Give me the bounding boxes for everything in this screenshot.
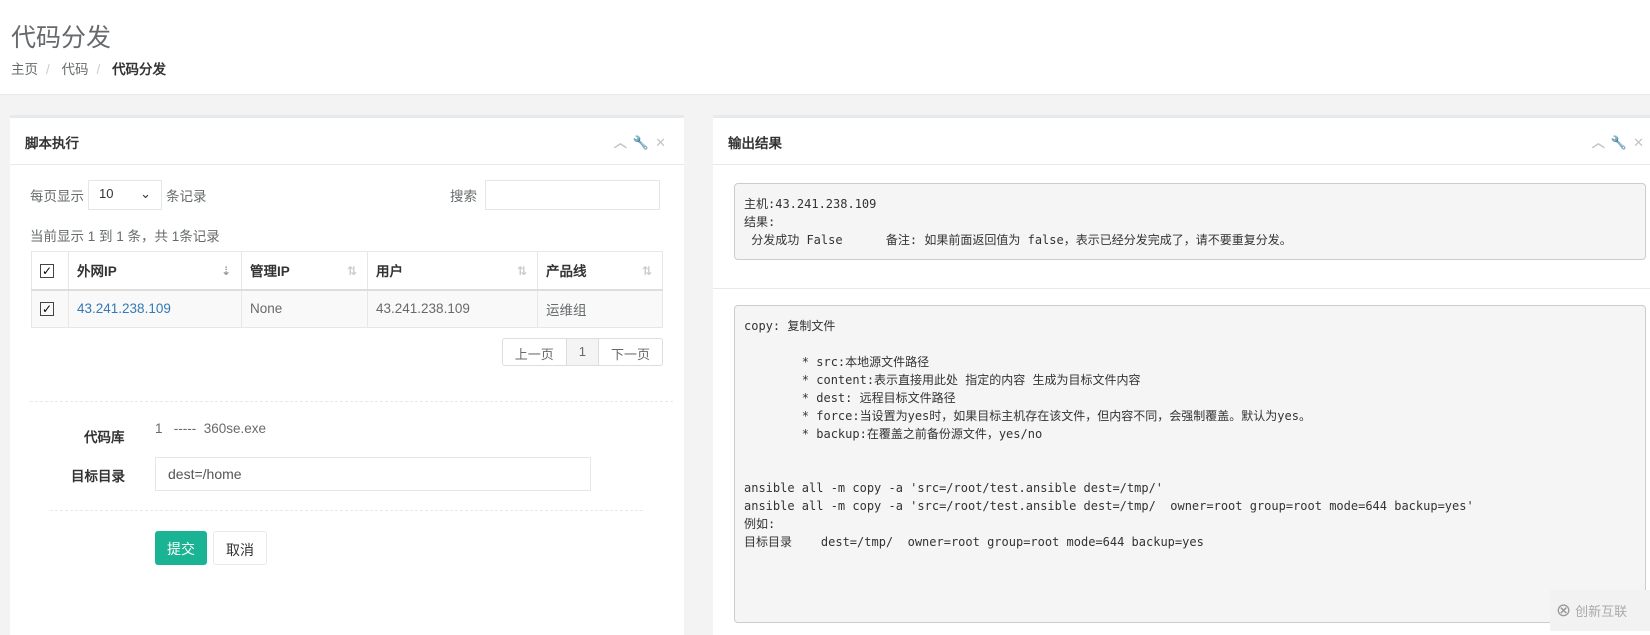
per-page-label: 每页显示 bbox=[30, 189, 84, 204]
pagination: 上一页 1 下一页 bbox=[501, 338, 663, 366]
script-panel: 脚本执行 ︿🔧✕ 每页显示 10 ⌄ 条记录 搜索 当前显示 1 到 1 条，共 … bbox=[10, 115, 684, 635]
repo-value: 1 ----- 360se.exe bbox=[155, 421, 267, 436]
wrench-icon[interactable]: 🔧 bbox=[1611, 135, 1633, 150]
collapse-icon[interactable]: ︿ bbox=[614, 135, 633, 150]
search-input[interactable] bbox=[485, 180, 660, 210]
col-user[interactable]: 用户 ⇅ bbox=[367, 251, 538, 291]
breadcrumb-home[interactable]: 主页 bbox=[11, 62, 38, 77]
breadcrumb-code[interactable]: 代码 bbox=[62, 62, 89, 77]
row-user: 43.241.238.109 bbox=[367, 289, 538, 328]
result-output: 主机:43.241.238.109 结果: 分发成功 False 备注: 如果前… bbox=[734, 183, 1646, 260]
output-panel: 输出结果 ︿🔧✕ 主机:43.241.238.109 结果: 分发成功 Fals… bbox=[713, 115, 1650, 635]
collapse-icon[interactable]: ︿ bbox=[1592, 135, 1611, 150]
close-icon[interactable]: ✕ bbox=[655, 135, 672, 150]
panel-title: 输出结果 bbox=[728, 136, 782, 151]
row-line: 运维组 bbox=[537, 289, 663, 328]
hosts-table: ✓ 外网IP ⇣ 管理IP ⇅ 用户 ⇅ 产品线 ⇅ ✓ 43.241.238.109 … bbox=[31, 251, 663, 328]
panel-title: 脚本执行 bbox=[25, 136, 79, 151]
page-1-button[interactable]: 1 bbox=[565, 339, 598, 365]
sort-desc-icon: ⇣ bbox=[220, 264, 231, 278]
row-mgmt: None bbox=[241, 289, 368, 328]
search-label: 搜索 bbox=[450, 189, 477, 204]
prev-page-button[interactable]: 上一页 bbox=[503, 339, 566, 365]
dest-input[interactable] bbox=[155, 457, 591, 491]
table-info: 当前显示 1 到 1 条，共 1条记录 bbox=[30, 229, 220, 244]
wrench-icon[interactable]: 🔧 bbox=[633, 135, 655, 150]
repo-label: 代码库 bbox=[84, 430, 125, 445]
help-output: copy: 复制文件 * src:本地源文件路径 * content:表示直接用… bbox=[734, 305, 1646, 623]
select-all-checkbox[interactable]: ✓ bbox=[40, 263, 54, 278]
watermark-logo: ⊗ 创新互联 bbox=[1550, 590, 1650, 631]
breadcrumb: 主页 / 代码 / 代码分发 bbox=[11, 62, 167, 77]
sort-icon: ⇅ bbox=[346, 264, 357, 278]
row-checkbox[interactable]: ✓ bbox=[40, 302, 54, 317]
next-page-button[interactable]: 下一页 bbox=[597, 339, 662, 365]
col-product-line[interactable]: 产品线 ⇅ bbox=[537, 251, 663, 291]
cancel-button[interactable]: 取消 bbox=[213, 531, 267, 565]
records-label: 条记录 bbox=[166, 189, 207, 204]
row-ip-link[interactable]: 43.241.238.109 bbox=[68, 289, 242, 328]
submit-button[interactable]: 提交 bbox=[155, 531, 207, 565]
logo-icon: ⊗ bbox=[1556, 600, 1572, 620]
chevron-down-icon: ⌄ bbox=[140, 186, 151, 201]
page-title: 代码分发 bbox=[11, 24, 112, 52]
table-row: ✓ 43.241.238.109 None 43.241.238.109 运维组 bbox=[31, 289, 663, 328]
per-page-select[interactable]: 10 ⌄ bbox=[88, 180, 162, 210]
dest-label: 目标目录 bbox=[71, 469, 125, 484]
close-icon[interactable]: ✕ bbox=[1633, 135, 1650, 150]
breadcrumb-current: 代码分发 bbox=[112, 62, 167, 77]
page-header: 代码分发 主页 / 代码 / 代码分发 bbox=[0, 0, 1650, 95]
sort-icon: ⇅ bbox=[516, 264, 527, 278]
sort-icon: ⇅ bbox=[641, 264, 652, 278]
col-mgmt-ip[interactable]: 管理IP ⇅ bbox=[241, 251, 368, 291]
col-external-ip[interactable]: 外网IP ⇣ bbox=[68, 251, 242, 291]
